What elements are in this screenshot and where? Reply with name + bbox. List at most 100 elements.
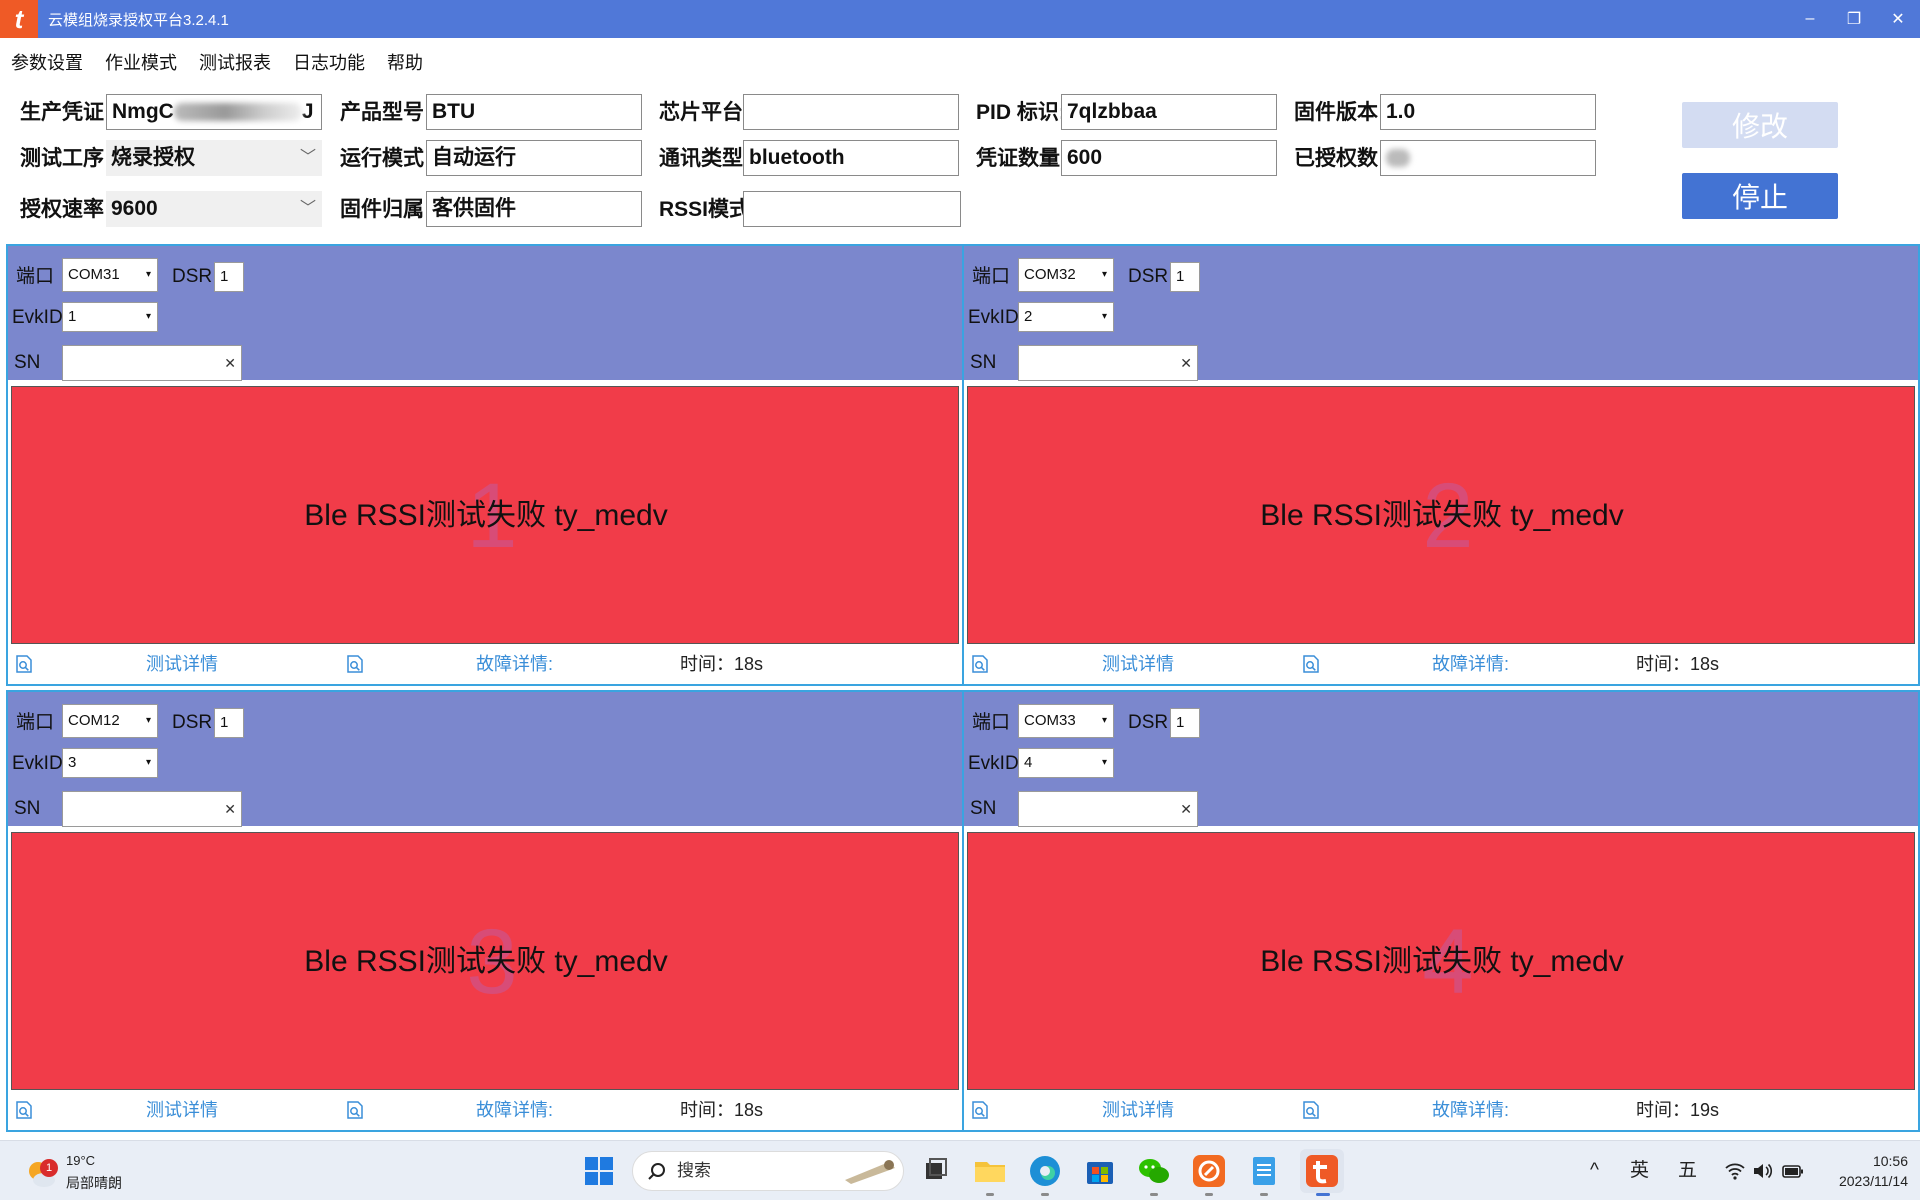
port-select[interactable]: COM12 ▾ xyxy=(62,704,158,738)
sn-label: SN xyxy=(970,352,997,373)
sn-input[interactable]: ✕ xyxy=(1018,345,1198,381)
product-field[interactable]: BTU xyxy=(426,94,642,130)
clear-icon: ✕ xyxy=(1180,801,1192,817)
redacted-blur xyxy=(173,103,302,122)
fw-owner-field[interactable]: 客供固件 xyxy=(426,191,642,227)
product-label: 产品型号: xyxy=(340,101,431,124)
weather-widget[interactable]: 1 19°C 局部晴朗 xyxy=(24,1151,164,1195)
volume-icon[interactable] xyxy=(1752,1161,1774,1181)
wechat-icon[interactable] xyxy=(1136,1153,1172,1189)
battery-icon[interactable] xyxy=(1782,1162,1804,1180)
minimize-button[interactable]: – xyxy=(1788,0,1832,38)
evk-label: EvkID xyxy=(12,307,63,328)
running-indicator xyxy=(1260,1193,1268,1196)
sn-input[interactable]: ✕ xyxy=(62,345,242,381)
result-display: 1 Ble RSSI测试失败 ty_medv xyxy=(11,386,959,644)
station-header: 端口 COM32 ▾ DSR 1 EvkID 2 ▾ SN ✕ xyxy=(964,246,1918,381)
wifi-icon[interactable] xyxy=(1724,1161,1746,1181)
dsr-field[interactable]: 1 xyxy=(1170,262,1200,292)
evk-select[interactable]: 2 ▾ xyxy=(1018,302,1114,332)
port-select[interactable]: COM32 ▾ xyxy=(1018,258,1114,292)
fault-detail-link[interactable]: 故障详情: xyxy=(1432,650,1509,678)
menu-test-report[interactable]: 测试报表 xyxy=(188,49,282,75)
close-button[interactable]: ✕ xyxy=(1876,0,1920,38)
rssi-field[interactable] xyxy=(743,191,961,227)
system-clock[interactable]: 10:56 2023/11/14 xyxy=(1812,1151,1908,1191)
menu-params[interactable]: 参数设置 xyxy=(0,49,94,75)
result-text: Ble RSSI测试失败 ty_medv xyxy=(1260,945,1624,978)
test-detail-link[interactable]: 测试详情 xyxy=(1102,1096,1174,1124)
dropdown-arrow-icon: ▾ xyxy=(145,715,151,726)
evk-select[interactable]: 4 ▾ xyxy=(1018,748,1114,778)
clear-icon: ✕ xyxy=(224,355,236,371)
microsoft-store-icon[interactable] xyxy=(1082,1153,1118,1189)
comm-label: 通讯类型: xyxy=(659,147,750,170)
search-doc-icon[interactable] xyxy=(345,1100,365,1120)
search-doc-icon[interactable] xyxy=(1301,654,1321,674)
fault-detail-link[interactable]: 故障详情: xyxy=(476,650,553,678)
file-explorer-icon[interactable] xyxy=(972,1153,1008,1189)
menu-help[interactable]: 帮助 xyxy=(376,49,434,75)
baud-select[interactable]: 9600 ﹀ xyxy=(106,191,322,227)
evk-select[interactable]: 1 ▾ xyxy=(62,302,158,332)
cert-count-field[interactable]: 600 xyxy=(1061,140,1277,176)
run-mode-label: 运行模式: xyxy=(340,147,431,170)
station-panel-2: 端口 COM32 ▾ DSR 1 EvkID 2 ▾ SN ✕ 2 Ble RSSI… xyxy=(962,244,1920,686)
baud-label: 授权速率: xyxy=(20,198,111,221)
dsr-field[interactable]: 1 xyxy=(214,708,244,738)
clear-icon: ✕ xyxy=(1180,355,1192,371)
windows-start-icon[interactable] xyxy=(584,1156,614,1186)
sn-label: SN xyxy=(970,798,997,819)
fault-detail-link[interactable]: 故障详情: xyxy=(476,1096,553,1124)
sn-label: SN xyxy=(14,798,41,819)
taskbar-search[interactable]: 搜索 xyxy=(632,1151,904,1191)
notification-badge: 1 xyxy=(40,1159,58,1177)
tuya-app-icon[interactable] xyxy=(1304,1153,1340,1189)
port-label: 端口 xyxy=(16,712,55,733)
search-doc-icon[interactable] xyxy=(970,1100,990,1120)
port-select[interactable]: COM33 ▾ xyxy=(1018,704,1114,738)
process-select[interactable]: 烧录授权 ﹀ xyxy=(106,140,322,176)
ime-language[interactable]: 英 xyxy=(1630,1141,1649,1200)
test-detail-link[interactable]: 测试详情 xyxy=(146,650,218,678)
dsr-field[interactable]: 1 xyxy=(1170,708,1200,738)
pid-field[interactable]: 7qlzbbaa xyxy=(1061,94,1277,130)
tool-app-icon[interactable] xyxy=(1191,1153,1227,1189)
tray-expand-chevron[interactable]: ^ xyxy=(1590,1141,1599,1200)
search-doc-icon[interactable] xyxy=(14,654,34,674)
restore-button[interactable]: ❐ xyxy=(1832,0,1876,38)
test-detail-link[interactable]: 测试详情 xyxy=(1102,650,1174,678)
search-placeholder: 搜索 xyxy=(677,1161,711,1180)
edge-browser-icon[interactable] xyxy=(1027,1153,1063,1189)
evk-select[interactable]: 3 ▾ xyxy=(62,748,158,778)
test-detail-link[interactable]: 测试详情 xyxy=(146,1096,218,1124)
clock-time: 10:56 xyxy=(1872,1153,1908,1169)
search-doc-icon[interactable] xyxy=(970,654,990,674)
notepad-icon[interactable] xyxy=(1246,1153,1282,1189)
elapsed-time: 时间：18s xyxy=(680,1100,764,1120)
cert-field[interactable]: NmgC J xyxy=(106,94,322,130)
fault-detail-link[interactable]: 故障详情: xyxy=(1432,1096,1509,1124)
search-doc-icon[interactable] xyxy=(1301,1100,1321,1120)
modify-button[interactable]: 修改 xyxy=(1682,102,1838,148)
dsr-field[interactable]: 1 xyxy=(214,262,244,292)
port-label: 端口 xyxy=(972,712,1011,733)
port-select[interactable]: COM31 ▾ xyxy=(62,258,158,292)
task-view-icon[interactable] xyxy=(918,1153,954,1189)
search-doc-icon[interactable] xyxy=(14,1100,34,1120)
authorized-field[interactable] xyxy=(1380,140,1596,176)
dropdown-arrow-icon: ▾ xyxy=(145,269,151,280)
search-doc-icon[interactable] xyxy=(345,654,365,674)
menu-work-mode[interactable]: 作业模式 xyxy=(94,49,188,75)
run-mode-field[interactable]: 自动运行 xyxy=(426,140,642,176)
ime-mode[interactable]: 五 xyxy=(1678,1141,1697,1200)
menu-log[interactable]: 日志功能 xyxy=(282,49,376,75)
comm-field[interactable]: bluetooth xyxy=(743,140,959,176)
sn-input[interactable]: ✕ xyxy=(62,791,242,827)
sn-input[interactable]: ✕ xyxy=(1018,791,1198,827)
result-display: 2 Ble RSSI测试失败 ty_medv xyxy=(967,386,1915,644)
chip-field[interactable] xyxy=(743,94,959,130)
stop-button[interactable]: 停止 xyxy=(1682,173,1838,219)
fw-version-label: 固件版本: xyxy=(1294,101,1385,124)
fw-version-field[interactable]: 1.0 xyxy=(1380,94,1596,130)
